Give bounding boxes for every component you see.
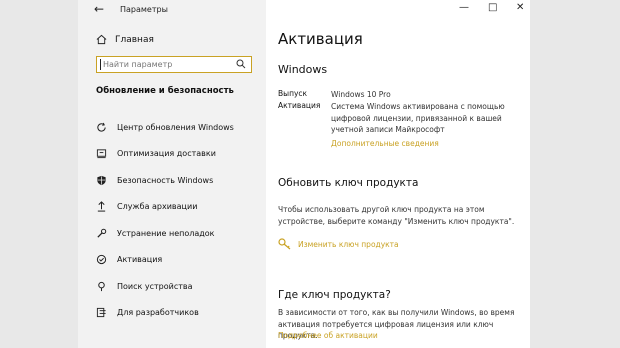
sidebar-item-label: Активация — [117, 255, 163, 265]
more-about-activation-link[interactable]: Подробнее об активации — [278, 331, 378, 340]
sidebar-item-home[interactable]: Главная — [96, 34, 154, 45]
main-panel: — □ ✕ Активация Windows Выпуск Windows 1… — [266, 0, 530, 348]
wrench-icon — [94, 226, 108, 240]
developer-icon — [94, 306, 108, 320]
search-input[interactable]: Найти параметр — [96, 56, 252, 73]
sidebar-item-activation[interactable]: Активация — [92, 247, 234, 274]
sidebar-item-delivery-optimization[interactable]: Оптимизация доставки — [92, 141, 234, 168]
sidebar-item-label: Поиск устройства — [117, 281, 193, 291]
settings-window: ← Параметры Главная Найти параметр Обнов… — [78, 0, 530, 348]
where-key-heading: Где ключ продукта? — [278, 289, 391, 301]
activation-icon — [94, 253, 108, 267]
page-title: Активация — [278, 30, 363, 48]
update-key-heading: Обновить ключ продукта — [278, 177, 419, 189]
shield-icon — [94, 173, 108, 187]
sidebar-item-developers[interactable]: Для разработчиков — [92, 300, 234, 327]
desktop-background-left — [0, 0, 78, 348]
edition-label: Выпуск — [278, 89, 308, 98]
sidebar-item-label: Безопасность Windows — [117, 175, 214, 185]
refresh-icon — [94, 120, 108, 134]
sidebar-item-backup[interactable]: Служба архивации — [92, 194, 234, 221]
desktop-background-right — [530, 0, 620, 348]
sidebar-item-label: Служба архивации — [117, 202, 198, 212]
search-placeholder: Найти параметр — [103, 60, 173, 69]
close-button[interactable]: ✕ — [516, 2, 524, 13]
sidebar-item-label: Для разработчиков — [117, 308, 199, 318]
more-info-link[interactable]: Дополнительные сведения — [331, 139, 439, 148]
edition-value: Windows 10 Pro — [331, 90, 391, 99]
sidebar-item-windows-update[interactable]: Центр обновления Windows — [92, 114, 234, 141]
sidebar-item-label: Устранение неполадок — [117, 228, 215, 238]
window-title: Параметры — [120, 5, 168, 14]
section-title-windows: Windows — [278, 63, 328, 76]
change-key-link[interactable]: Изменить ключ продукта — [298, 240, 399, 249]
minimize-button[interactable]: — — [459, 2, 469, 13]
change-key-button[interactable]: Изменить ключ продукта — [278, 238, 399, 250]
find-device-icon — [94, 279, 108, 293]
sidebar-nav: Центр обновления Windows Оптимизация дос… — [92, 114, 234, 326]
sidebar-item-label: Главная — [115, 34, 154, 45]
text-cursor — [100, 59, 101, 70]
sidebar-item-troubleshoot[interactable]: Устранение неполадок — [92, 220, 234, 247]
sidebar: ← Параметры Главная Найти параметр Обнов… — [78, 0, 266, 348]
backup-icon — [94, 200, 108, 214]
activation-label: Активация — [278, 101, 321, 110]
sidebar-item-label: Центр обновления Windows — [117, 122, 234, 132]
key-icon — [278, 238, 291, 250]
activation-value: Система Windows активирована с помощью ц… — [331, 102, 505, 134]
home-icon — [96, 34, 107, 45]
search-icon — [236, 59, 246, 69]
maximize-button[interactable]: □ — [488, 2, 497, 13]
sidebar-item-label: Оптимизация доставки — [117, 149, 216, 159]
section-header: Обновление и безопасность — [96, 86, 234, 96]
sidebar-item-windows-security[interactable]: Безопасность Windows — [92, 167, 234, 194]
back-arrow-icon[interactable]: ← — [94, 2, 104, 16]
delivery-icon — [94, 147, 108, 161]
update-key-text: Чтобы использовать другой ключ продукта … — [278, 205, 515, 226]
sidebar-item-find-device[interactable]: Поиск устройства — [92, 273, 234, 300]
